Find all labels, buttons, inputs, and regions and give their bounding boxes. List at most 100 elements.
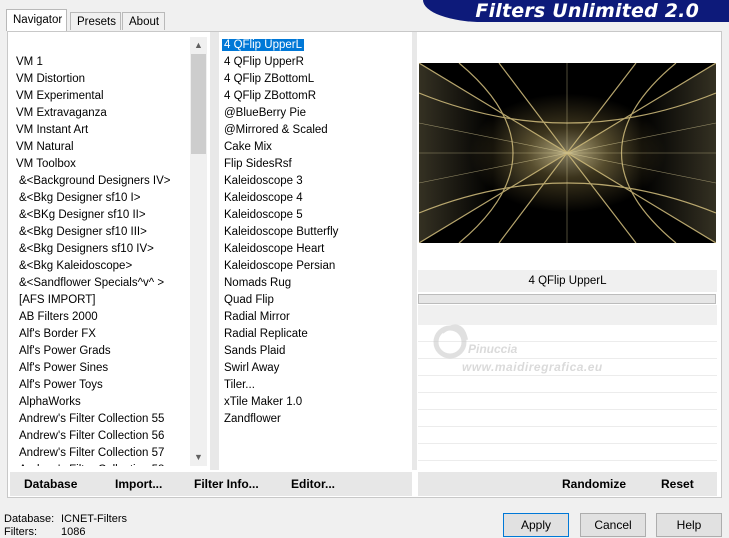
filter-item-label: Kaleidoscope 5 bbox=[224, 209, 303, 221]
filter-item[interactable]: 4 QFlip UpperL bbox=[221, 37, 411, 54]
category-item[interactable]: &<Bkg Designer sf10 I> bbox=[11, 190, 189, 207]
filter-item-label: Kaleidoscope 3 bbox=[224, 175, 303, 187]
category-item[interactable]: VM 1 bbox=[11, 54, 189, 71]
column-divider bbox=[412, 32, 417, 470]
filter-item[interactable]: Kaleidoscope 5 bbox=[221, 207, 411, 224]
category-item[interactable]: &<Sandflower Specials^v^ > bbox=[11, 275, 189, 292]
watermark-site: www.maidiregrafica.eu bbox=[462, 360, 603, 374]
category-item[interactable]: VM Distortion bbox=[11, 71, 189, 88]
filter-item[interactable]: 4 QFlip UpperR bbox=[221, 54, 411, 71]
category-item[interactable]: AlphaWorks bbox=[11, 394, 189, 411]
category-item[interactable]: VM Experimental bbox=[11, 88, 189, 105]
filter-item-label: 4 QFlip UpperL bbox=[222, 39, 304, 51]
category-item[interactable]: VM Toolbox bbox=[11, 156, 189, 173]
category-item[interactable]: Andrew's Filter Collection 58 bbox=[11, 462, 189, 466]
column-divider bbox=[210, 32, 219, 470]
filter-item[interactable]: Kaleidoscope Butterfly bbox=[221, 224, 411, 241]
filter-item-label: Radial Replicate bbox=[224, 328, 308, 340]
filter-item-label: Kaleidoscope 4 bbox=[224, 192, 303, 204]
help-button[interactable]: Help bbox=[656, 513, 722, 537]
filter-info-button[interactable]: Filter Info... bbox=[194, 472, 259, 496]
filters-count-label: Filters: bbox=[4, 526, 37, 538]
filter-item-label: Zandflower bbox=[224, 413, 281, 425]
selected-filter-name: 4 QFlip UpperL bbox=[418, 270, 717, 292]
tab-presets[interactable]: Presets bbox=[70, 12, 121, 30]
filter-item[interactable]: Radial Mirror bbox=[221, 309, 411, 326]
category-item[interactable]: VM Extravaganza bbox=[11, 105, 189, 122]
progress-bar bbox=[418, 294, 716, 304]
filter-item[interactable]: Radial Replicate bbox=[221, 326, 411, 343]
filter-item[interactable]: Zandflower bbox=[221, 411, 411, 428]
filter-item[interactable]: Sands Plaid bbox=[221, 343, 411, 360]
filter-item[interactable]: 4 QFlip ZBottomR bbox=[221, 88, 411, 105]
filter-item[interactable]: Quad Flip bbox=[221, 292, 411, 309]
category-item[interactable]: &<Bkg Designers sf10 IV> bbox=[11, 241, 189, 258]
parameter-row bbox=[418, 444, 717, 461]
filter-item-label: xTile Maker 1.0 bbox=[224, 396, 303, 408]
reset-button[interactable]: Reset bbox=[661, 472, 694, 496]
filter-item[interactable]: Kaleidoscope 3 bbox=[221, 173, 411, 190]
randomize-button[interactable]: Randomize bbox=[562, 472, 626, 496]
category-scrollbar[interactable]: ▲ ▼ bbox=[190, 37, 207, 466]
tab-navigator[interactable]: Navigator bbox=[6, 9, 67, 31]
filter-item-label: Kaleidoscope Heart bbox=[224, 243, 325, 255]
category-item[interactable]: &<Bkg Designer sf10 III> bbox=[11, 224, 189, 241]
category-item[interactable]: &<Bkg Kaleidoscope> bbox=[11, 258, 189, 275]
filter-item[interactable]: Tiler... bbox=[221, 377, 411, 394]
filter-item[interactable]: @BlueBerry Pie bbox=[221, 105, 411, 122]
category-item[interactable]: [AFS IMPORT] bbox=[11, 292, 189, 309]
cancel-button[interactable]: Cancel bbox=[580, 513, 646, 537]
filter-item[interactable]: Cake Mix bbox=[221, 139, 411, 156]
category-item[interactable]: Andrew's Filter Collection 56 bbox=[11, 428, 189, 445]
watermark: Pinuccia www.maidiregrafica.eu bbox=[432, 320, 662, 380]
filter-item[interactable]: Kaleidoscope Heart bbox=[221, 241, 411, 258]
chevron-down-icon[interactable]: ▼ bbox=[190, 449, 207, 466]
category-item[interactable]: VM Instant Art bbox=[11, 122, 189, 139]
category-item[interactable]: Alf's Border FX bbox=[11, 326, 189, 343]
filter-item[interactable]: Swirl Away bbox=[221, 360, 411, 377]
filter-item-label: 4 QFlip UpperR bbox=[224, 56, 304, 68]
filter-item-label: Swirl Away bbox=[224, 362, 280, 374]
filter-item[interactable]: Nomads Rug bbox=[221, 275, 411, 292]
apply-button[interactable]: Apply bbox=[503, 513, 569, 537]
category-item[interactable]: &<BKg Designer sf10 II> bbox=[11, 207, 189, 224]
database-value: ICNET-Filters bbox=[61, 513, 127, 525]
category-item[interactable]: AB Filters 2000 bbox=[11, 309, 189, 326]
scrollbar-thumb[interactable] bbox=[191, 54, 206, 154]
filter-list[interactable]: 4 QFlip UpperL 4 QFlip UpperR 4 QFlip ZBot… bbox=[221, 37, 411, 428]
category-item[interactable]: &<Background Designers IV> bbox=[11, 173, 189, 190]
filter-item-label: Flip SidesRsf bbox=[224, 158, 292, 170]
filter-item-label: 4 QFlip ZBottomR bbox=[224, 90, 317, 102]
category-list[interactable]: VM 1 VM Distortion VM Experimental VM Extra… bbox=[11, 54, 189, 466]
filter-item-label: Kaleidoscope Butterfly bbox=[224, 226, 339, 238]
tab-about[interactable]: About bbox=[122, 12, 165, 30]
filter-item[interactable]: @Mirrored & Scaled bbox=[221, 122, 411, 139]
parameter-row bbox=[418, 393, 717, 410]
database-button[interactable]: Database bbox=[24, 472, 77, 496]
filters-count-value: 1086 bbox=[61, 526, 86, 538]
category-item[interactable]: Alf's Power Grads bbox=[11, 343, 189, 360]
chevron-up-icon[interactable]: ▲ bbox=[190, 37, 207, 54]
database-label: Database: bbox=[4, 513, 55, 525]
editor-button[interactable]: Editor... bbox=[291, 472, 335, 496]
filter-item-label: 4 QFlip ZBottomL bbox=[224, 73, 315, 85]
filter-item[interactable]: 4 QFlip ZBottomL bbox=[221, 71, 411, 88]
filter-item-label: Kaleidoscope Persian bbox=[224, 260, 336, 272]
filter-item-label: @Mirrored & Scaled bbox=[224, 124, 328, 136]
filter-item-label: Quad Flip bbox=[224, 294, 274, 306]
filter-item[interactable]: Flip SidesRsf bbox=[221, 156, 411, 173]
filter-item[interactable]: Kaleidoscope 4 bbox=[221, 190, 411, 207]
filter-preview-image bbox=[419, 63, 716, 243]
category-item[interactable]: Andrew's Filter Collection 57 bbox=[11, 445, 189, 462]
import-button[interactable]: Import... bbox=[115, 472, 162, 496]
filter-item-label: Sands Plaid bbox=[224, 345, 286, 357]
filter-item[interactable]: xTile Maker 1.0 bbox=[221, 394, 411, 411]
filter-item[interactable]: Kaleidoscope Persian bbox=[221, 258, 411, 275]
category-item[interactable]: VM Natural bbox=[11, 139, 189, 156]
filter-item-label: @BlueBerry Pie bbox=[224, 107, 306, 119]
category-item[interactable]: Andrew's Filter Collection 55 bbox=[11, 411, 189, 428]
category-item[interactable]: Alf's Power Toys bbox=[11, 377, 189, 394]
category-item[interactable]: Alf's Power Sines bbox=[11, 360, 189, 377]
filter-item-label: Nomads Rug bbox=[224, 277, 292, 289]
filter-item-label: Tiler... bbox=[224, 379, 255, 391]
